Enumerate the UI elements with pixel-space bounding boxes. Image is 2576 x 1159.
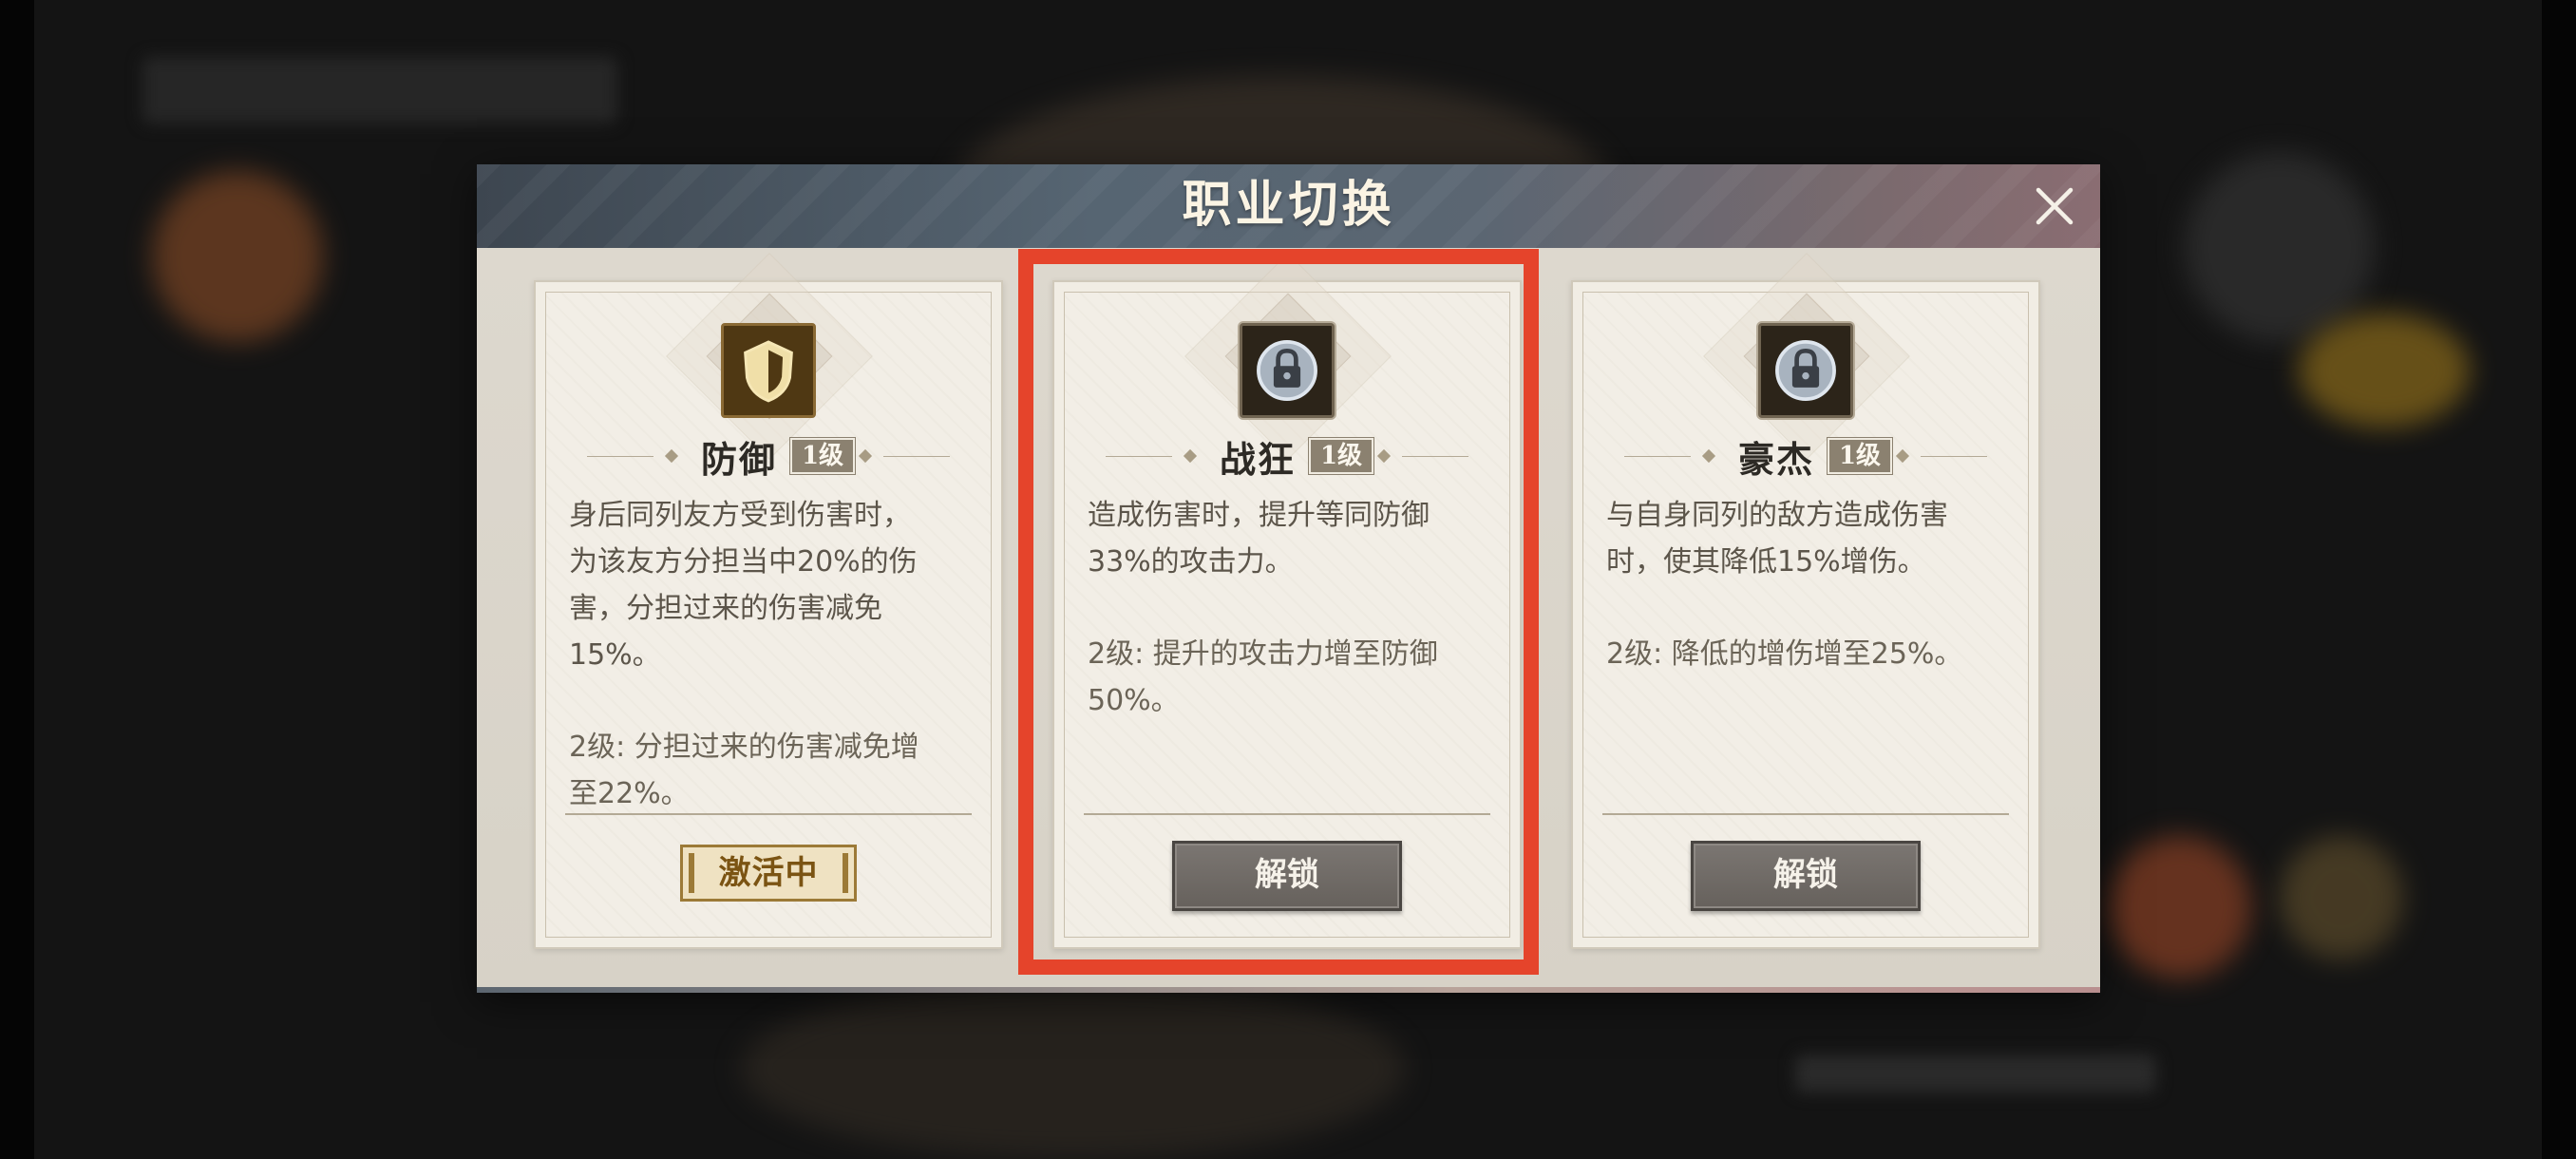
bg-compass-blob (2185, 152, 2375, 342)
shield-icon (721, 323, 816, 418)
level2-description: 2级: 降低的增伤增至25%。 (1606, 637, 1963, 671)
level-badge: 1级 (788, 437, 857, 475)
class-card-berserker[interactable]: 战狂 1级 造成伤害时，提升等同防御 33%的攻击力。 2级: 提升的攻击力增至… (1052, 253, 1522, 949)
dialog-bottom-accent (477, 987, 2100, 993)
active-status-badge: 激活中 (680, 845, 857, 902)
bg-bottombar (1795, 1054, 2156, 1092)
class-name-row: 战狂 1级 (1065, 435, 1509, 481)
class-description: 身后同列友方受到伤害时， 为该友方分担当中20%的伤 害，分担过来的伤害减免 1… (569, 499, 918, 672)
class-description: 造成伤害时，提升等同防御 33%的攻击力。 (1088, 499, 1430, 579)
bg-hero-blob (2109, 836, 2251, 978)
close-button[interactable] (2032, 183, 2077, 229)
screen-edge-right (2542, 0, 2576, 1159)
level-badge: 1级 (1307, 437, 1375, 475)
bg-hero2-blob (2280, 836, 2403, 960)
class-name: 战狂 (1219, 437, 1296, 481)
unlock-button[interactable]: 解锁 (1691, 841, 1921, 911)
lock-icon (1758, 323, 1853, 418)
bg-floor-blob (741, 978, 1406, 1159)
screen-edge-left (0, 0, 34, 1159)
unlock-button[interactable]: 解锁 (1172, 841, 1402, 911)
bg-topbar (142, 57, 617, 124)
card-divider (565, 813, 972, 815)
card-divider (1602, 813, 2009, 815)
class-name: 豪杰 (1737, 437, 1814, 481)
dialog-title: 职业切换 (1182, 176, 1395, 234)
bg-gold-blob (2299, 314, 2470, 428)
level2-description: 2级: 分担过来的伤害减免增 至22%。 (569, 731, 919, 810)
class-card-hero[interactable]: 豪杰 1级 与自身同列的敌方造成伤害 时，使其降低15%增伤。 2级: 降低的增… (1571, 253, 2040, 949)
class-name: 防御 (700, 437, 777, 481)
class-name-row: 豪杰 1级 (1583, 435, 2028, 481)
level2-description: 2级: 提升的攻击力增至防御 50%。 (1088, 637, 1438, 717)
card-divider (1084, 813, 1490, 815)
lock-icon (1240, 323, 1335, 418)
class-description: 与自身同列的敌方造成伤害 时，使其降低15%增伤。 (1606, 499, 1948, 579)
class-name-row: 防御 1级 (546, 435, 991, 481)
dialog-header: 职业切换 (477, 164, 2100, 248)
bg-avatar-blob (152, 171, 323, 342)
close-icon (2036, 187, 2074, 225)
class-card-defense[interactable]: 防御 1级 身后同列友方受到伤害时， 为该友方分担当中20%的伤 害，分担过来的… (534, 253, 1003, 949)
level-badge: 1级 (1826, 437, 1894, 475)
